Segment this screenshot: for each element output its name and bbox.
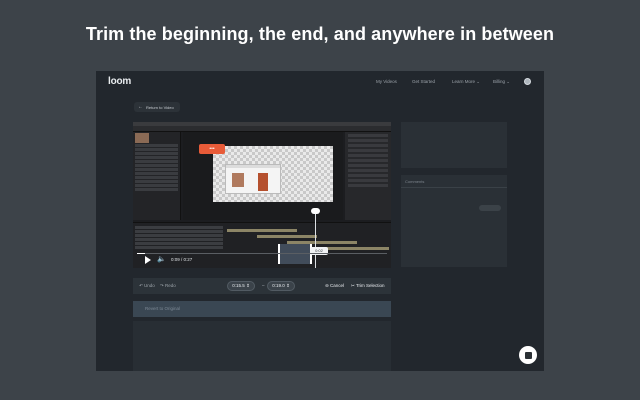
nav-my-videos[interactable]: My Videos: [376, 79, 397, 84]
avatar[interactable]: [524, 78, 531, 85]
play-icon[interactable]: [145, 256, 151, 264]
redo-button[interactable]: ↷ Redo: [160, 283, 176, 289]
chevron-down-icon: ⌄: [506, 79, 511, 84]
nav-billing[interactable]: Billing ⌄: [493, 79, 510, 85]
player-controls: 🔈 0:09 / 0:27: [133, 252, 391, 268]
redo-icon: ↷: [160, 283, 164, 288]
stepper-icon: ⇕: [246, 283, 250, 288]
stepper-icon: ⇕: [286, 283, 290, 288]
seek-bar-progress: [137, 253, 145, 254]
app-window: loom My Videos Get Started Learn More ⌄ …: [96, 71, 544, 371]
side-card-info: [401, 122, 507, 168]
cancel-button[interactable]: ⊖ Cancel: [325, 283, 344, 289]
trim-start-value: 0:15.5: [232, 283, 245, 288]
time-display: 0:09 / 0:27: [171, 257, 193, 262]
properties-panel: [345, 132, 391, 220]
hero-headline: Trim the beginning, the end, and anywher…: [85, 24, 555, 44]
nav-billing-label: Billing: [493, 79, 506, 84]
undo-icon: ↶: [139, 283, 143, 288]
navbar: loom My Videos Get Started Learn More ⌄ …: [96, 71, 544, 93]
video-player[interactable]: ••• 0:02 🔈 0:09 / 0:27: [133, 122, 391, 268]
divider: [401, 187, 507, 188]
chevron-down-icon: ⌄: [476, 79, 481, 84]
mock-panel: [258, 173, 268, 191]
trim-selection-button[interactable]: ✂ Trim Selection: [351, 283, 385, 289]
trim-selection-label: Trim Selection: [355, 283, 385, 288]
seek-bar[interactable]: [137, 253, 387, 254]
cancel-label: Cancel: [330, 283, 345, 288]
redo-label: Redo: [165, 283, 176, 288]
revert-to-original-button[interactable]: Revert to Original: [133, 301, 391, 317]
return-to-video-button[interactable]: ← Return to Video: [134, 102, 180, 112]
canvas: •••: [199, 144, 333, 202]
playhead-handle[interactable]: [311, 208, 320, 214]
mock-image: [232, 173, 244, 187]
nav-learn-more-label: Learn More: [452, 79, 476, 84]
mock-window: [225, 164, 281, 194]
return-to-video-label: Return to Video: [146, 104, 174, 110]
side-card-label: Comments: [405, 179, 425, 184]
lower-panel: [133, 321, 391, 371]
composition-panel: •••: [183, 132, 343, 220]
volume-icon[interactable]: 🔈: [157, 256, 166, 264]
nav-get-started[interactable]: Get Started: [412, 79, 435, 84]
cancel-icon: ⊖: [325, 283, 329, 288]
nav-learn-more[interactable]: Learn More ⌄: [452, 79, 480, 85]
arrow-left-icon: ←: [138, 104, 143, 110]
project-panel: [133, 132, 181, 220]
loom-logo[interactable]: loom: [108, 76, 131, 87]
chat-bubble-icon: •••: [199, 144, 225, 154]
side-card-button[interactable]: [479, 205, 501, 211]
undo-label: Undo: [144, 283, 155, 288]
time-separator: –: [262, 283, 265, 288]
revert-label: Revert to Original: [145, 306, 181, 311]
chat-support-button[interactable]: [519, 346, 537, 364]
undo-button[interactable]: ↶ Undo: [139, 283, 155, 289]
trim-start-field[interactable]: 0:15.5 ⇕: [227, 281, 255, 291]
trim-end-value: 0:19.0: [272, 283, 285, 288]
scissors-icon: ✂: [351, 283, 355, 288]
trim-toolbar: ↶ Undo ↷ Redo 0:15.5 ⇕ – 0:19.0 ⇕ ⊖ Canc…: [133, 278, 391, 294]
side-card-comments: Comments: [401, 175, 507, 267]
trim-end-field[interactable]: 0:19.0 ⇕: [267, 281, 295, 291]
chat-icon: [524, 351, 532, 359]
